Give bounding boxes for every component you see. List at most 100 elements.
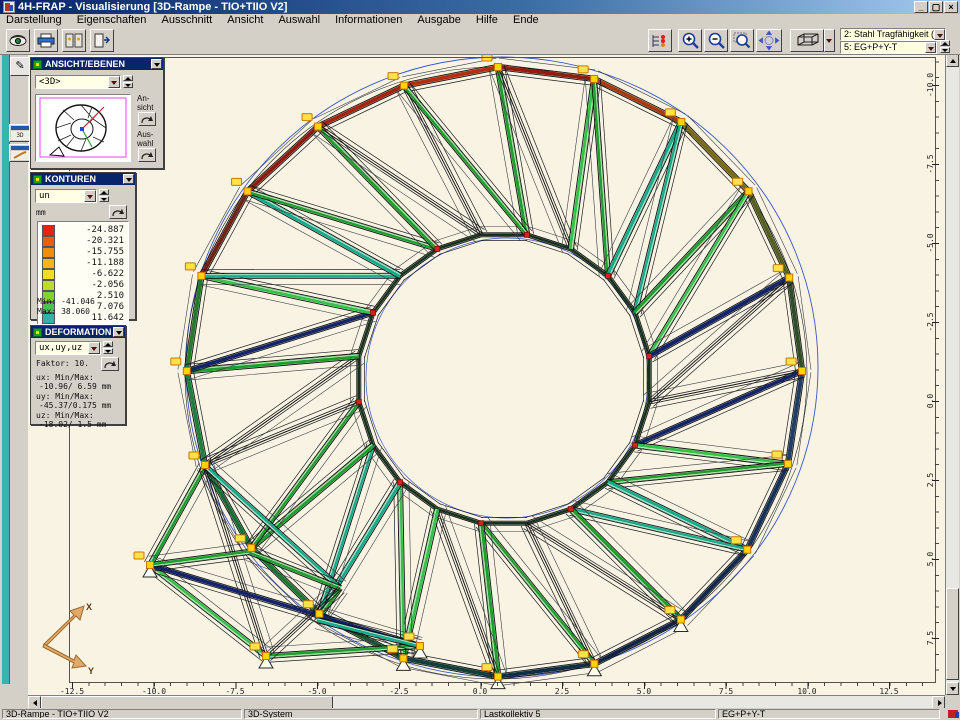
print-button[interactable]	[34, 29, 58, 52]
canvas-frame	[69, 57, 936, 683]
panel-ansicht-collapse-button[interactable]	[151, 59, 162, 69]
menu-ende[interactable]: Ende	[507, 14, 545, 27]
status-bar: 3D-Rampe - TIO+TIIO V2 3D-System Lastkol…	[0, 708, 960, 720]
contour-min: Min: -41.046	[37, 297, 95, 306]
exit-button[interactable]	[90, 29, 114, 52]
panel-icon	[33, 60, 42, 69]
window-title: 4H-FRAP - Visualisierung [3D-Rampe - TIO…	[18, 0, 287, 14]
status-app-icon	[948, 710, 958, 718]
door-exit-icon	[93, 33, 111, 48]
view-preview[interactable]	[35, 94, 131, 162]
menu-informationen[interactable]: Informationen	[329, 14, 408, 27]
view-preview-drawing	[36, 95, 130, 161]
loadcase-combo-arrow[interactable]	[925, 42, 936, 53]
component-select-value: ux,uy,uz	[39, 343, 82, 353]
result-combo-arrow[interactable]	[934, 29, 945, 40]
display-options-button[interactable]	[648, 29, 672, 52]
panel-deformation-titlebar[interactable]: DEFORMATION	[31, 326, 125, 338]
edit-pencil-button[interactable]: ✎	[10, 57, 30, 76]
view-select[interactable]: <3D>	[35, 75, 121, 89]
minipanel-3d-icon: 3D	[11, 131, 29, 140]
quantity-spinner[interactable]	[99, 189, 109, 202]
view-3d-dropdown[interactable]	[824, 29, 835, 52]
panel-konturen-titlebar[interactable]: KONTUREN	[31, 173, 135, 185]
legend-row: -24.887	[42, 225, 126, 236]
horizontal-scrollbar[interactable]	[28, 695, 945, 709]
legend-row: -20.321	[42, 236, 126, 247]
menu-auswahl[interactable]: Auswahl	[272, 14, 326, 27]
view-select-value: <3D>	[39, 77, 61, 87]
auswahl-label: Aus- wahl	[137, 130, 153, 148]
minimized-panel-tools[interactable]	[9, 144, 31, 162]
uz-value: -18.02/ 1.5 mm	[39, 420, 106, 429]
panel-konturen-collapse-button[interactable]	[123, 174, 134, 184]
close-button[interactable]: ×	[944, 1, 958, 13]
pan-arrows-icon	[758, 30, 780, 51]
eye-icon	[9, 34, 27, 48]
book-icon	[65, 33, 83, 48]
panel-icon	[33, 175, 42, 184]
apply-arrow-icon	[110, 207, 126, 219]
zoom-in-button[interactable]	[678, 29, 702, 52]
scroll-down-button[interactable]	[946, 682, 959, 695]
menu-ansicht[interactable]: Ansicht	[221, 14, 269, 27]
app-window: { "window": { "title": "4H-FRAP - Visual…	[0, 0, 960, 720]
panel-deformation: DEFORMATION ux,uy,uz Faktor: 10. ux: Min…	[30, 325, 126, 425]
component-spinner[interactable]	[103, 341, 113, 354]
view-3d-button[interactable]	[790, 29, 824, 52]
uy-label: uy: Min/Max:	[36, 392, 94, 401]
view-spinner[interactable]	[123, 75, 133, 88]
maximize-button[interactable]: ▢	[929, 1, 943, 13]
konturen-apply-button[interactable]	[109, 205, 127, 219]
left-gutter: ✎ 3D	[0, 54, 28, 695]
legend-row: -6.622	[42, 269, 126, 280]
panel-ansicht-title: ANSICHT/EBENEN	[45, 59, 125, 69]
auswahl-apply-button[interactable]	[138, 148, 156, 162]
menu-hilfe[interactable]: Hilfe	[470, 14, 504, 27]
svg-text:X: X	[86, 602, 92, 612]
component-select[interactable]: ux,uy,uz	[35, 341, 101, 355]
pan-button[interactable]	[756, 29, 782, 52]
manual-button[interactable]	[62, 29, 86, 52]
apply-arrow-icon	[139, 150, 155, 162]
quantity-select-arrow[interactable]	[84, 190, 96, 202]
quantity-select[interactable]: un	[35, 189, 97, 203]
unit-label: mm	[36, 208, 46, 217]
zoom-window-button[interactable]	[730, 29, 754, 52]
loadcase-combo[interactable]: 5: EG+P+Y-T	[840, 41, 937, 54]
zoom-out-button[interactable]	[704, 29, 728, 52]
deformation-apply-button[interactable]	[101, 357, 119, 371]
menu-ausgabe[interactable]: Ausgabe	[411, 14, 466, 27]
apply-arrow-icon	[139, 114, 155, 126]
menu-ausschnitt[interactable]: Ausschnitt	[155, 14, 218, 27]
ansicht-apply-button[interactable]	[138, 112, 156, 126]
zoom-window-icon	[733, 32, 752, 49]
minipanel-titlebar	[11, 126, 29, 130]
view-eye-button[interactable]	[6, 29, 30, 52]
loadcase-spinner[interactable]	[940, 40, 950, 53]
vscroll-thumb[interactable]	[946, 588, 959, 680]
vertical-scrollbar[interactable]	[945, 54, 959, 695]
panel-ansicht-titlebar[interactable]: ANSICHT/EBENEN	[31, 58, 163, 70]
result-combo[interactable]: 2: Stahl Tragfähigkeit (Th. 2. O	[840, 28, 946, 41]
component-select-arrow[interactable]	[88, 342, 100, 354]
loadcase-combo-value: 5: EG+P+Y-T	[844, 42, 897, 52]
minimized-panel-3d[interactable]: 3D	[9, 124, 31, 142]
panel-deformation-title: DEFORMATION	[45, 327, 111, 337]
legend-row: -11.188	[42, 258, 126, 269]
view-select-arrow[interactable]	[108, 76, 120, 88]
menu-eigenschaften[interactable]: Eigenschaften	[71, 14, 153, 27]
panel-konturen: KONTUREN un mm -24.887 -20.321 -15.755 -…	[30, 172, 136, 320]
title-bar[interactable]: 4H-FRAP - Visualisierung [3D-Rampe - TIO…	[0, 0, 960, 14]
contour-legend: -24.887 -20.321 -15.755 -11.188 -6.622 -…	[37, 221, 129, 339]
ux-value: -10.96/ 6.59 mm	[39, 382, 111, 391]
app-icon	[3, 1, 15, 13]
panel-deformation-collapse-button[interactable]	[113, 327, 124, 337]
options-tree-icon	[651, 33, 669, 49]
menu-darstellung[interactable]: Darstellung	[0, 14, 68, 27]
zoom-out-icon	[707, 32, 726, 49]
y-tick-label: 7.5	[926, 623, 936, 653]
minimize-button[interactable]: _	[914, 1, 928, 13]
y-tick-label: -7.5	[926, 149, 936, 179]
scroll-up-button[interactable]	[946, 54, 959, 67]
